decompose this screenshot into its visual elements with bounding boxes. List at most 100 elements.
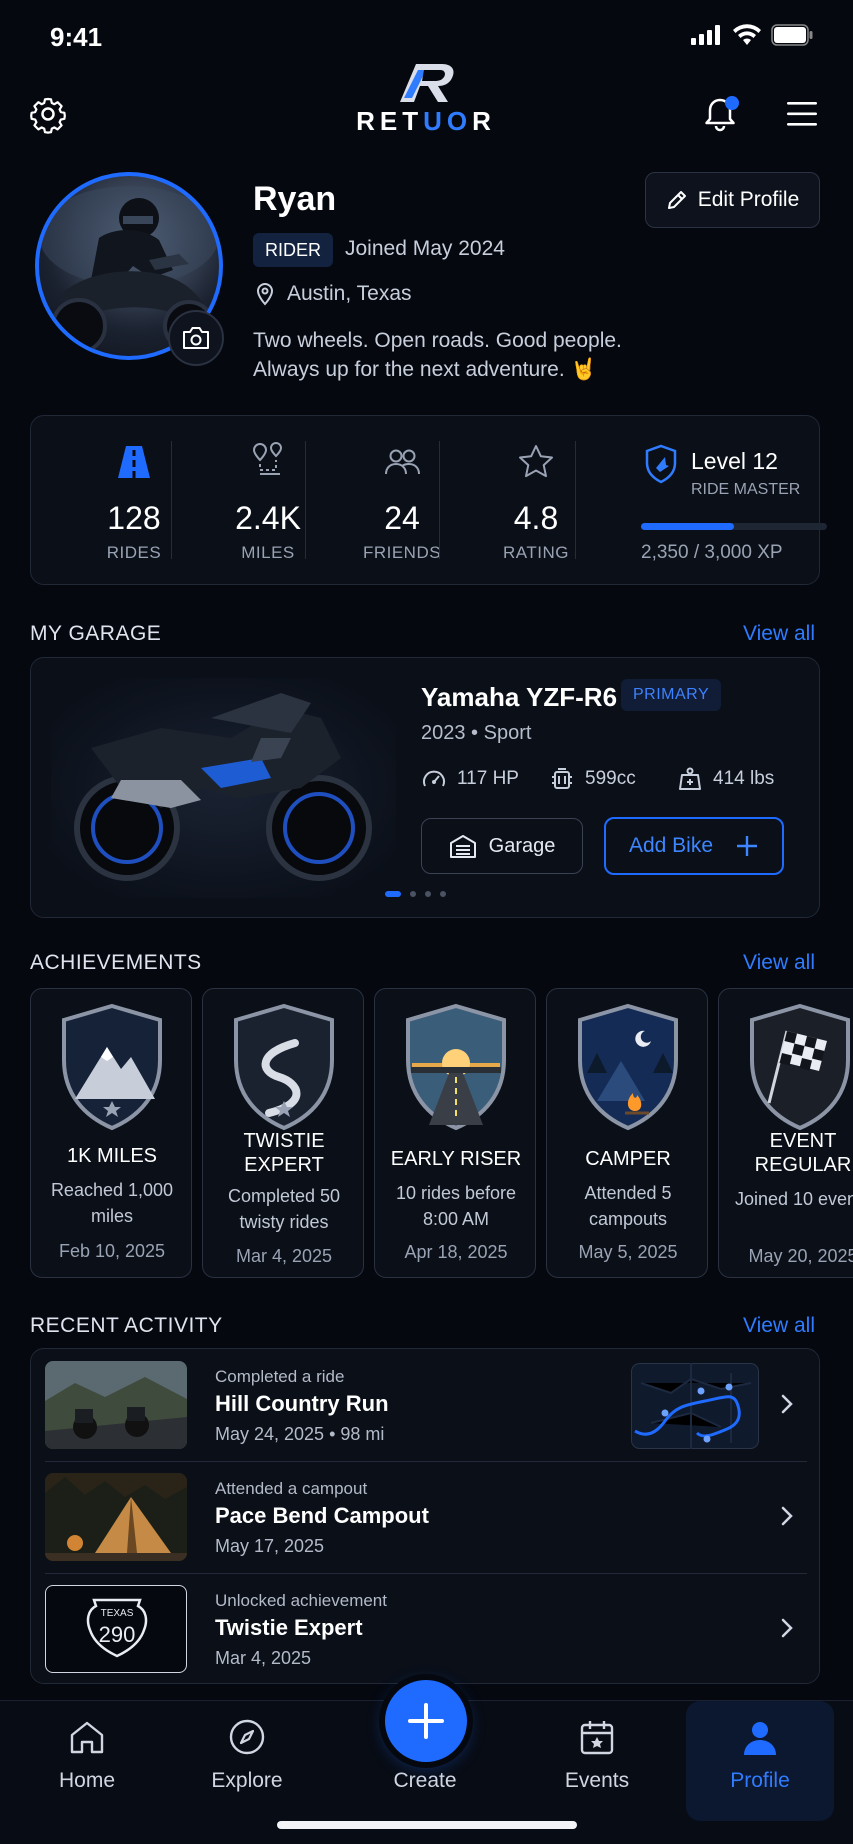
highway-shield-icon: TEXAS 290 (86, 1598, 148, 1658)
spec-weight: 414 lbs (677, 766, 774, 792)
compass-icon (229, 1719, 265, 1755)
sunrise-road-badge-icon (406, 1003, 506, 1131)
activity-kind: Unlocked achievement (215, 1591, 387, 1610)
activity-kind: Completed a ride (215, 1367, 345, 1386)
tab-home[interactable]: Home (12, 1701, 162, 1821)
garage-icon (449, 835, 476, 858)
activity-row-achievement[interactable]: TEXAS 290 Unlocked achievement Twistie Ex… (45, 1573, 807, 1685)
create-button[interactable] (385, 1680, 467, 1762)
location: Austin, Texas (255, 282, 412, 306)
add-bike-button[interactable]: Add Bike (604, 817, 784, 875)
tab-profile[interactable]: Profile (686, 1701, 834, 1821)
home-icon (70, 1721, 104, 1754)
achievement-card-1k-miles[interactable]: 1K MILES Reached 1,000 miles Feb 10, 202… (30, 988, 192, 1278)
weight-icon (679, 767, 701, 790)
garage-view-all-link[interactable]: View all (743, 622, 815, 646)
menu-hamburger-icon[interactable] (783, 94, 823, 134)
achievement-card-early-riser[interactable]: EARLY RISER 10 rides before 8:00 AM Apr … (374, 988, 536, 1278)
logo-mark-icon (400, 64, 454, 102)
activity-row-ride[interactable]: Completed a ride Hill Country Run May 24… (45, 1349, 807, 1461)
primary-badge: PRIMARY (621, 679, 722, 711)
plus-icon (737, 836, 758, 856)
wifi-icon (733, 24, 761, 45)
carousel-dot[interactable] (410, 891, 416, 897)
texas-290-sign-thumbnail: TEXAS 290 (45, 1585, 187, 1673)
location-pin-icon (256, 283, 274, 306)
activity-view-all-link[interactable]: View all (743, 1314, 815, 1338)
home-indicator[interactable] (277, 1821, 577, 1829)
cellular-signal-icon (691, 25, 720, 45)
stat-miles[interactable]: 2.4K MILES (201, 416, 335, 586)
garage-button-label: Garage (488, 834, 556, 857)
tab-profile-label: Profile (730, 1769, 790, 1792)
battery-icon (771, 24, 813, 46)
achievement-card-event-regular[interactable]: EVENT REGULAR Joined 10 events May 20, 2… (718, 988, 853, 1278)
status-icons (691, 24, 813, 46)
settings-gear-icon[interactable] (28, 94, 68, 134)
carousel-dot[interactable] (440, 891, 446, 897)
stat-friends-label: FRIENDS (362, 543, 442, 562)
stat-rides-label: RIDES (106, 543, 162, 562)
motorcycle-image[interactable] (51, 678, 396, 898)
activity-row-campout[interactable]: Attended a campout Pace Bend Campout May… (45, 1461, 807, 1573)
achievement-card-twistie-expert[interactable]: TWISTIE EXPERT Completed 50 twisty rides… (202, 988, 364, 1278)
tab-create-label: Create (393, 1769, 457, 1792)
profile-bio: Two wheels. Open roads. Good people. Alw… (253, 326, 622, 384)
achievement-card-camper[interactable]: CAMPER Attended 5 campouts May 5, 2025 (546, 988, 708, 1278)
stat-rides[interactable]: 128 RIDES (67, 416, 201, 586)
achievement-desc: Completed 50 twisty rides (227, 1186, 341, 1232)
star-icon (519, 445, 553, 478)
bike-subtitle: 2023 • Sport (421, 722, 532, 744)
level-title: Level 12 (691, 448, 778, 474)
level-subtitle: RIDE MASTER (691, 481, 801, 498)
achievements-section-title: ACHIEVEMENTS (30, 951, 202, 974)
tab-events-label: Events (564, 1769, 630, 1792)
spec-hp-value: 117 HP (457, 768, 519, 789)
tab-explore[interactable]: Explore (172, 1701, 322, 1821)
tab-home-label: Home (58, 1769, 116, 1792)
sign-number-text: 290 (99, 1622, 136, 1647)
achievement-date: May 5, 2025 (578, 1242, 678, 1262)
achievement-desc: Reached 1,000 miles (50, 1180, 174, 1226)
engine-icon (552, 768, 572, 789)
plus-icon (408, 1703, 444, 1739)
xp-progress-fill (641, 523, 734, 530)
friends-icon (385, 449, 420, 475)
garage-section-title: MY GARAGE (30, 622, 162, 645)
activity-title: Hill Country Run (215, 1391, 389, 1416)
twisty-road-badge-icon (234, 1003, 334, 1131)
activity-list: Completed a ride Hill Country Run May 24… (30, 1348, 820, 1684)
stat-friends[interactable]: 24 FRIENDS (335, 416, 469, 586)
achievement-desc: 10 rides before 8:00 AM (395, 1183, 517, 1229)
stat-rides-value: 128 (107, 500, 161, 536)
tab-explore-label: Explore (211, 1769, 283, 1792)
chevron-right-icon (781, 1506, 793, 1526)
route-map-thumbnail (631, 1363, 759, 1449)
achievement-desc: Joined 10 events (734, 1189, 853, 1209)
garage-button[interactable]: Garage (421, 818, 583, 874)
edit-profile-button[interactable]: Edit Profile (645, 172, 820, 228)
carousel-dot[interactable] (385, 891, 401, 897)
activity-meta: May 17, 2025 (215, 1536, 325, 1556)
carousel-dot[interactable] (425, 891, 431, 897)
notifications-bell-icon[interactable] (700, 94, 740, 134)
achievement-date: May 20, 2025 (748, 1246, 853, 1266)
achievements-view-all-link[interactable]: View all (743, 951, 815, 975)
status-time: 9:41 (50, 22, 103, 52)
change-photo-button[interactable] (168, 310, 224, 366)
stat-rating[interactable]: 4.8 RATING (469, 416, 603, 586)
level-progress[interactable]: Level 12 RIDE MASTER 2,350 / 3,000 XP (609, 416, 827, 586)
spec-horsepower: 117 HP (421, 766, 519, 792)
speedometer-icon (423, 770, 445, 787)
route-pins-icon (252, 442, 283, 475)
stats-card: 128 RIDES 2.4K MILES 24 FRIENDS 4.8 RATI… (30, 415, 827, 586)
stat-miles-value: 2.4K (235, 500, 301, 536)
role-badge: RIDER (253, 233, 334, 267)
spec-cc-value: 599cc (585, 768, 636, 789)
carousel-pagination[interactable] (385, 891, 446, 897)
achievement-desc: Attended 5 campouts (584, 1183, 672, 1229)
divider (439, 441, 440, 559)
joined-date: Joined May 2024 (345, 237, 505, 260)
tab-events[interactable]: Events (522, 1701, 672, 1821)
level-shield-icon (645, 444, 677, 484)
